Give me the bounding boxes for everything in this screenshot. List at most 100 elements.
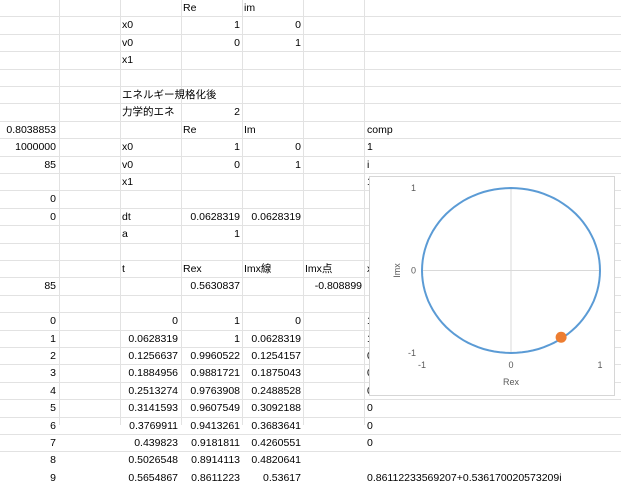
cell-F28[interactable]: 0.86112233569207+0.536170020573209i	[367, 470, 619, 487]
cell-B27[interactable]: 0.5026548	[122, 452, 178, 469]
cell-D20[interactable]: 0.0628319	[244, 331, 301, 348]
grid-row-line	[0, 16, 621, 17]
cell-F26[interactable]: 0	[367, 435, 619, 452]
cell-D21[interactable]: 0.1254157	[244, 348, 301, 365]
cell-B9[interactable]: x0	[122, 139, 178, 156]
cell-C26[interactable]: 0.9181811	[183, 435, 240, 452]
cell-D23[interactable]: 0.2488528	[244, 383, 301, 400]
series-current-point	[555, 331, 567, 343]
grid-row-line	[0, 51, 621, 52]
cell-D16[interactable]: Imx線	[244, 261, 301, 278]
cell-D24[interactable]: 0.3092188	[244, 400, 301, 417]
cell-B21[interactable]: 0.1256637	[122, 348, 178, 365]
cell-A21[interactable]: 2	[2, 348, 56, 365]
cell-C16[interactable]: Rex	[183, 261, 240, 278]
y-axis-label: Imx	[392, 263, 402, 278]
cell-A27[interactable]: 8	[2, 452, 56, 469]
cell-A9[interactable]: 1000000	[2, 139, 56, 156]
cell-A8[interactable]: 0.8038853	[2, 122, 56, 139]
cell-B7[interactable]: 力学的エネ	[122, 104, 178, 121]
cell-C7[interactable]: 2	[183, 104, 240, 121]
cell-A26[interactable]: 7	[2, 435, 56, 452]
cell-A12[interactable]: 0	[2, 191, 56, 208]
cell-B26[interactable]: 0.439823	[122, 435, 178, 452]
cell-C17[interactable]: 0.5630837	[183, 278, 240, 295]
cell-D27[interactable]: 0.4820641	[244, 452, 301, 469]
grid-row-line	[0, 103, 621, 104]
cell-B24[interactable]: 0.3141593	[122, 400, 178, 417]
cell-C14[interactable]: 1	[183, 226, 240, 243]
cell-C2[interactable]: 1	[183, 17, 240, 34]
cell-A22[interactable]: 3	[2, 365, 56, 382]
grid-row-line	[0, 86, 621, 87]
cell-C13[interactable]: 0.0628319	[183, 209, 240, 226]
cell-C19[interactable]: 1	[183, 313, 240, 330]
cell-A20[interactable]: 1	[2, 331, 56, 348]
cell-D1[interactable]: im	[244, 0, 301, 17]
cell-E17[interactable]: -0.808899	[305, 278, 362, 295]
cell-B3[interactable]: v0	[122, 35, 178, 52]
cell-D22[interactable]: 0.1875043	[244, 365, 301, 382]
cell-A23[interactable]: 4	[2, 383, 56, 400]
cell-B19[interactable]: 0	[122, 313, 178, 330]
cell-D3[interactable]: 1	[244, 35, 301, 52]
cell-F24[interactable]: 0	[367, 400, 619, 417]
cell-B2[interactable]: x0	[122, 17, 178, 34]
cell-D8[interactable]: Im	[244, 122, 301, 139]
cell-B25[interactable]: 0.3769911	[122, 418, 178, 435]
cell-C24[interactable]: 0.9607549	[183, 400, 240, 417]
grid-column-line	[303, 0, 304, 425]
grid-row-line	[0, 69, 621, 70]
cell-D19[interactable]: 0	[244, 313, 301, 330]
cell-A13[interactable]: 0	[2, 209, 56, 226]
cell-B6[interactable]: エネルギー規格化後	[122, 87, 217, 104]
cell-C21[interactable]: 0.9960522	[183, 348, 240, 365]
cell-C28[interactable]: 0.8611223	[183, 470, 240, 487]
cell-B20[interactable]: 0.0628319	[122, 331, 178, 348]
cell-F9[interactable]: 1	[367, 139, 619, 156]
cell-F10[interactable]: i	[367, 157, 619, 174]
cell-C3[interactable]: 0	[183, 35, 240, 52]
cell-F8[interactable]: comp	[367, 122, 619, 139]
cell-B23[interactable]: 0.2513274	[122, 383, 178, 400]
scatter-chart[interactable]: -1 0 1 1 0 -1 Rex Imx	[369, 176, 615, 396]
cell-B16[interactable]: t	[122, 261, 178, 278]
cell-D13[interactable]: 0.0628319	[244, 209, 301, 226]
cell-C8[interactable]: Re	[183, 122, 240, 139]
cell-D28[interactable]: 0.53617	[244, 470, 301, 487]
cell-A24[interactable]: 5	[2, 400, 56, 417]
cell-A25[interactable]: 6	[2, 418, 56, 435]
cell-D25[interactable]: 0.3683641	[244, 418, 301, 435]
cell-A17[interactable]: 85	[2, 278, 56, 295]
cell-B14[interactable]: a	[122, 226, 178, 243]
cell-C22[interactable]: 0.9881721	[183, 365, 240, 382]
cell-C23[interactable]: 0.9763908	[183, 383, 240, 400]
cell-B28[interactable]: 0.5654867	[122, 470, 178, 487]
grid-column-line	[242, 0, 243, 425]
cell-C9[interactable]: 1	[183, 139, 240, 156]
cell-C20[interactable]: 1	[183, 331, 240, 348]
cell-B22[interactable]: 0.1884956	[122, 365, 178, 382]
grid-column-line	[181, 0, 182, 425]
cell-A28[interactable]: 9	[2, 470, 56, 487]
cell-B13[interactable]: dt	[122, 209, 178, 226]
cell-D26[interactable]: 0.4260551	[244, 435, 301, 452]
cell-C25[interactable]: 0.9413261	[183, 418, 240, 435]
cell-A19[interactable]: 0	[2, 313, 56, 330]
cell-E16[interactable]: Imx点	[305, 261, 362, 278]
cell-C27[interactable]: 0.8914113	[183, 452, 240, 469]
cell-B4[interactable]: x1	[122, 52, 178, 69]
cell-D2[interactable]: 0	[244, 17, 301, 34]
cell-C1[interactable]: Re	[183, 0, 240, 17]
cell-F25[interactable]: 0	[367, 418, 619, 435]
cell-D10[interactable]: 1	[244, 157, 301, 174]
y-tick-label: -1	[408, 348, 416, 358]
x-axis-label: Rex	[503, 377, 520, 387]
cell-C10[interactable]: 0	[183, 157, 240, 174]
cell-D9[interactable]: 0	[244, 139, 301, 156]
y-tick-label: 1	[411, 183, 416, 193]
cell-B11[interactable]: x1	[122, 174, 178, 191]
cell-A10[interactable]: 85	[2, 157, 56, 174]
cell-B10[interactable]: v0	[122, 157, 178, 174]
chart-canvas: -1 0 1 1 0 -1 Rex Imx	[392, 183, 603, 387]
